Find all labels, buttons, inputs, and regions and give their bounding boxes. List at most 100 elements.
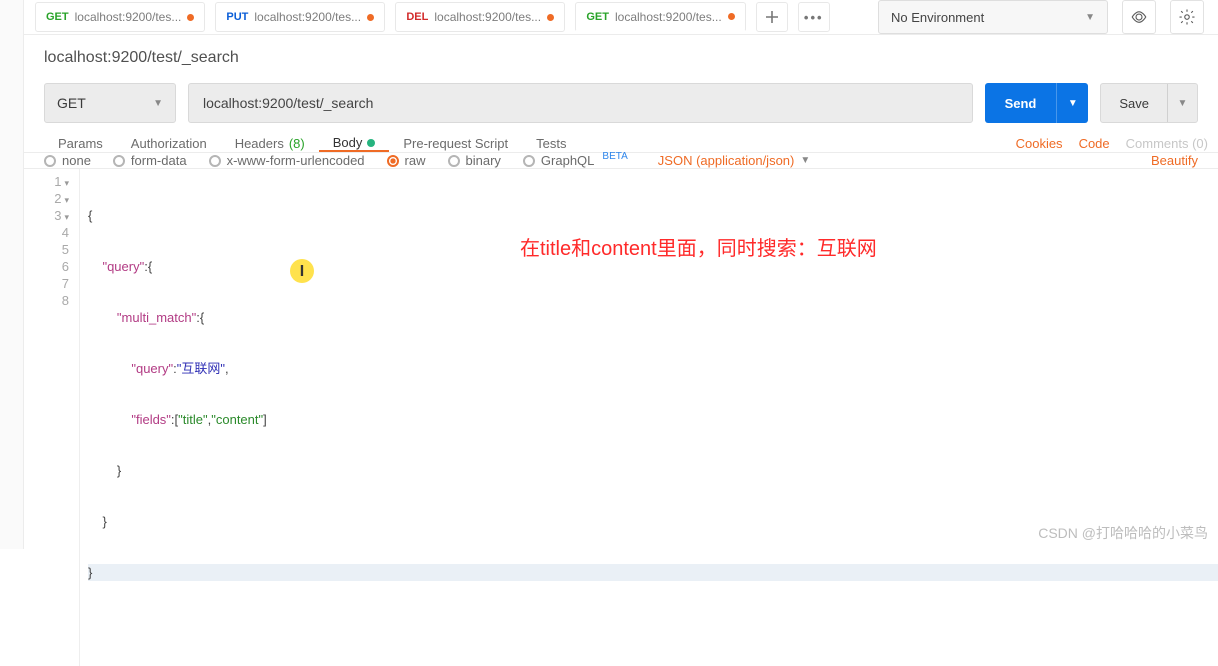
text-cursor-icon: I xyxy=(290,259,314,283)
send-label: Send xyxy=(985,96,1057,111)
code-link[interactable]: Code xyxy=(1079,136,1110,151)
chevron-down-icon: ▼ xyxy=(800,155,810,166)
top-bar: GET localhost:9200/tes... PUT localhost:… xyxy=(24,0,1218,35)
tab-get-2-active[interactable]: GET localhost:9200/tes... xyxy=(575,2,745,32)
tab-headers[interactable]: Headers (8) xyxy=(221,135,319,152)
line-number: 3 xyxy=(24,207,69,224)
new-tab-button[interactable] xyxy=(756,2,788,32)
content-type-select[interactable]: JSON (application/json) ▼ xyxy=(658,153,810,168)
settings-button[interactable] xyxy=(1170,0,1204,34)
tab-label: localhost:9200/tes... xyxy=(615,10,722,24)
save-label: Save xyxy=(1101,96,1167,111)
tab-method: DEL xyxy=(406,11,428,23)
annotation-text: 在title和content里面，同时搜索：互联网 xyxy=(520,241,877,258)
code-punct: } xyxy=(88,463,121,478)
radio-label: x-www-form-urlencoded xyxy=(227,153,365,168)
body-active-dot-icon xyxy=(367,139,375,147)
request-row: GET ▼ localhost:9200/test/_search Send ▼… xyxy=(24,77,1218,135)
tab-label: localhost:9200/tes... xyxy=(75,10,182,24)
save-button[interactable]: Save ▼ xyxy=(1100,83,1198,123)
line-gutter: 1 2 3 4 5 6 7 8 xyxy=(24,169,80,666)
radio-icon xyxy=(387,155,399,167)
tab-put-1[interactable]: PUT localhost:9200/tes... xyxy=(215,2,385,32)
environment-select[interactable]: No Environment ▼ xyxy=(878,0,1108,34)
send-button[interactable]: Send ▼ xyxy=(985,83,1089,123)
tab-overflow-button[interactable]: ••• xyxy=(798,2,830,32)
tab-prereq[interactable]: Pre-request Script xyxy=(389,135,522,152)
code-punct: } xyxy=(88,565,92,580)
content-type-label: JSON (application/json) xyxy=(658,153,795,168)
tab-authorization[interactable]: Authorization xyxy=(117,135,221,152)
request-tabs: GET localhost:9200/tes... PUT localhost:… xyxy=(29,2,878,32)
line-number: 6 xyxy=(24,258,69,275)
tab-tests[interactable]: Tests xyxy=(522,135,580,152)
line-number: 1 xyxy=(24,173,69,190)
body-label: Body xyxy=(333,135,363,150)
dirty-dot-icon xyxy=(187,14,194,21)
code-string: "互联网" xyxy=(177,361,225,376)
environment-quicklook-button[interactable] xyxy=(1122,0,1156,34)
code-key: "query" xyxy=(102,259,144,274)
radio-label: raw xyxy=(405,153,426,168)
radio-icon xyxy=(523,155,535,167)
left-strip xyxy=(0,0,24,549)
tab-body[interactable]: Body xyxy=(319,135,390,152)
code-key: "query" xyxy=(131,361,173,376)
plus-icon xyxy=(765,10,779,24)
line-number: 5 xyxy=(24,241,69,258)
radio-label: binary xyxy=(466,153,501,168)
tab-method: GET xyxy=(586,11,609,23)
dirty-dot-icon xyxy=(547,14,554,21)
radio-none[interactable]: none xyxy=(44,153,91,168)
save-caret[interactable]: ▼ xyxy=(1167,84,1197,122)
body-editor[interactable]: 1 2 3 4 5 6 7 8 { "query":{ "multi_match… xyxy=(24,169,1218,666)
line-number: 2 xyxy=(24,190,69,207)
radio-graphql[interactable]: GraphQL BETA xyxy=(523,153,628,168)
gear-icon xyxy=(1178,8,1196,26)
code-string: "title" xyxy=(178,412,207,427)
radio-label: none xyxy=(62,153,91,168)
url-input[interactable]: localhost:9200/test/_search xyxy=(188,83,973,123)
line-number: 4 xyxy=(24,224,69,241)
radio-binary[interactable]: binary xyxy=(448,153,501,168)
headers-label: Headers xyxy=(235,136,284,151)
chevron-down-icon: ▼ xyxy=(153,98,163,109)
radio-icon xyxy=(113,155,125,167)
radio-icon xyxy=(44,155,56,167)
tab-label: localhost:9200/tes... xyxy=(434,10,541,24)
tab-method: PUT xyxy=(226,11,248,23)
code-area[interactable]: { "query":{ "multi_match":{ "query":"互联网… xyxy=(80,169,1218,666)
request-title: localhost:9200/test/_search xyxy=(24,35,1218,77)
watermark: CSDN @打哈哈哈的小菜鸟 xyxy=(1038,523,1208,543)
method-select[interactable]: GET ▼ xyxy=(44,83,176,123)
method-value: GET xyxy=(57,95,86,111)
chevron-down-icon: ▼ xyxy=(1085,12,1095,23)
tab-label: localhost:9200/tes... xyxy=(254,10,361,24)
radio-label: GraphQL xyxy=(541,153,594,168)
environment-label: No Environment xyxy=(891,10,984,25)
ellipsis-icon: ••• xyxy=(804,10,824,25)
tab-get-1[interactable]: GET localhost:9200/tes... xyxy=(35,2,205,32)
headers-count: (8) xyxy=(289,136,305,151)
eye-icon xyxy=(1130,8,1148,26)
tab-params[interactable]: Params xyxy=(44,135,117,152)
chevron-down-icon: ▼ xyxy=(1178,98,1188,109)
beta-badge: BETA xyxy=(602,151,627,162)
cookies-link[interactable]: Cookies xyxy=(1016,136,1063,151)
line-number: 7 xyxy=(24,275,69,292)
radio-raw[interactable]: raw xyxy=(387,153,426,168)
body-type-row: none form-data x-www-form-urlencoded raw… xyxy=(24,153,1218,169)
radio-label: form-data xyxy=(131,153,187,168)
tab-del-1[interactable]: DEL localhost:9200/tes... xyxy=(395,2,565,32)
tab-method: GET xyxy=(46,11,69,23)
comments-link[interactable]: Comments (0) xyxy=(1126,136,1208,151)
radio-xwww[interactable]: x-www-form-urlencoded xyxy=(209,153,365,168)
line-number: 8 xyxy=(24,292,69,309)
dirty-dot-icon xyxy=(367,14,374,21)
radio-form-data[interactable]: form-data xyxy=(113,153,187,168)
dirty-dot-icon xyxy=(728,13,735,20)
radio-icon xyxy=(448,155,460,167)
send-caret[interactable]: ▼ xyxy=(1056,83,1088,123)
beautify-link[interactable]: Beautify xyxy=(1151,153,1198,168)
code-punct: } xyxy=(88,514,107,529)
